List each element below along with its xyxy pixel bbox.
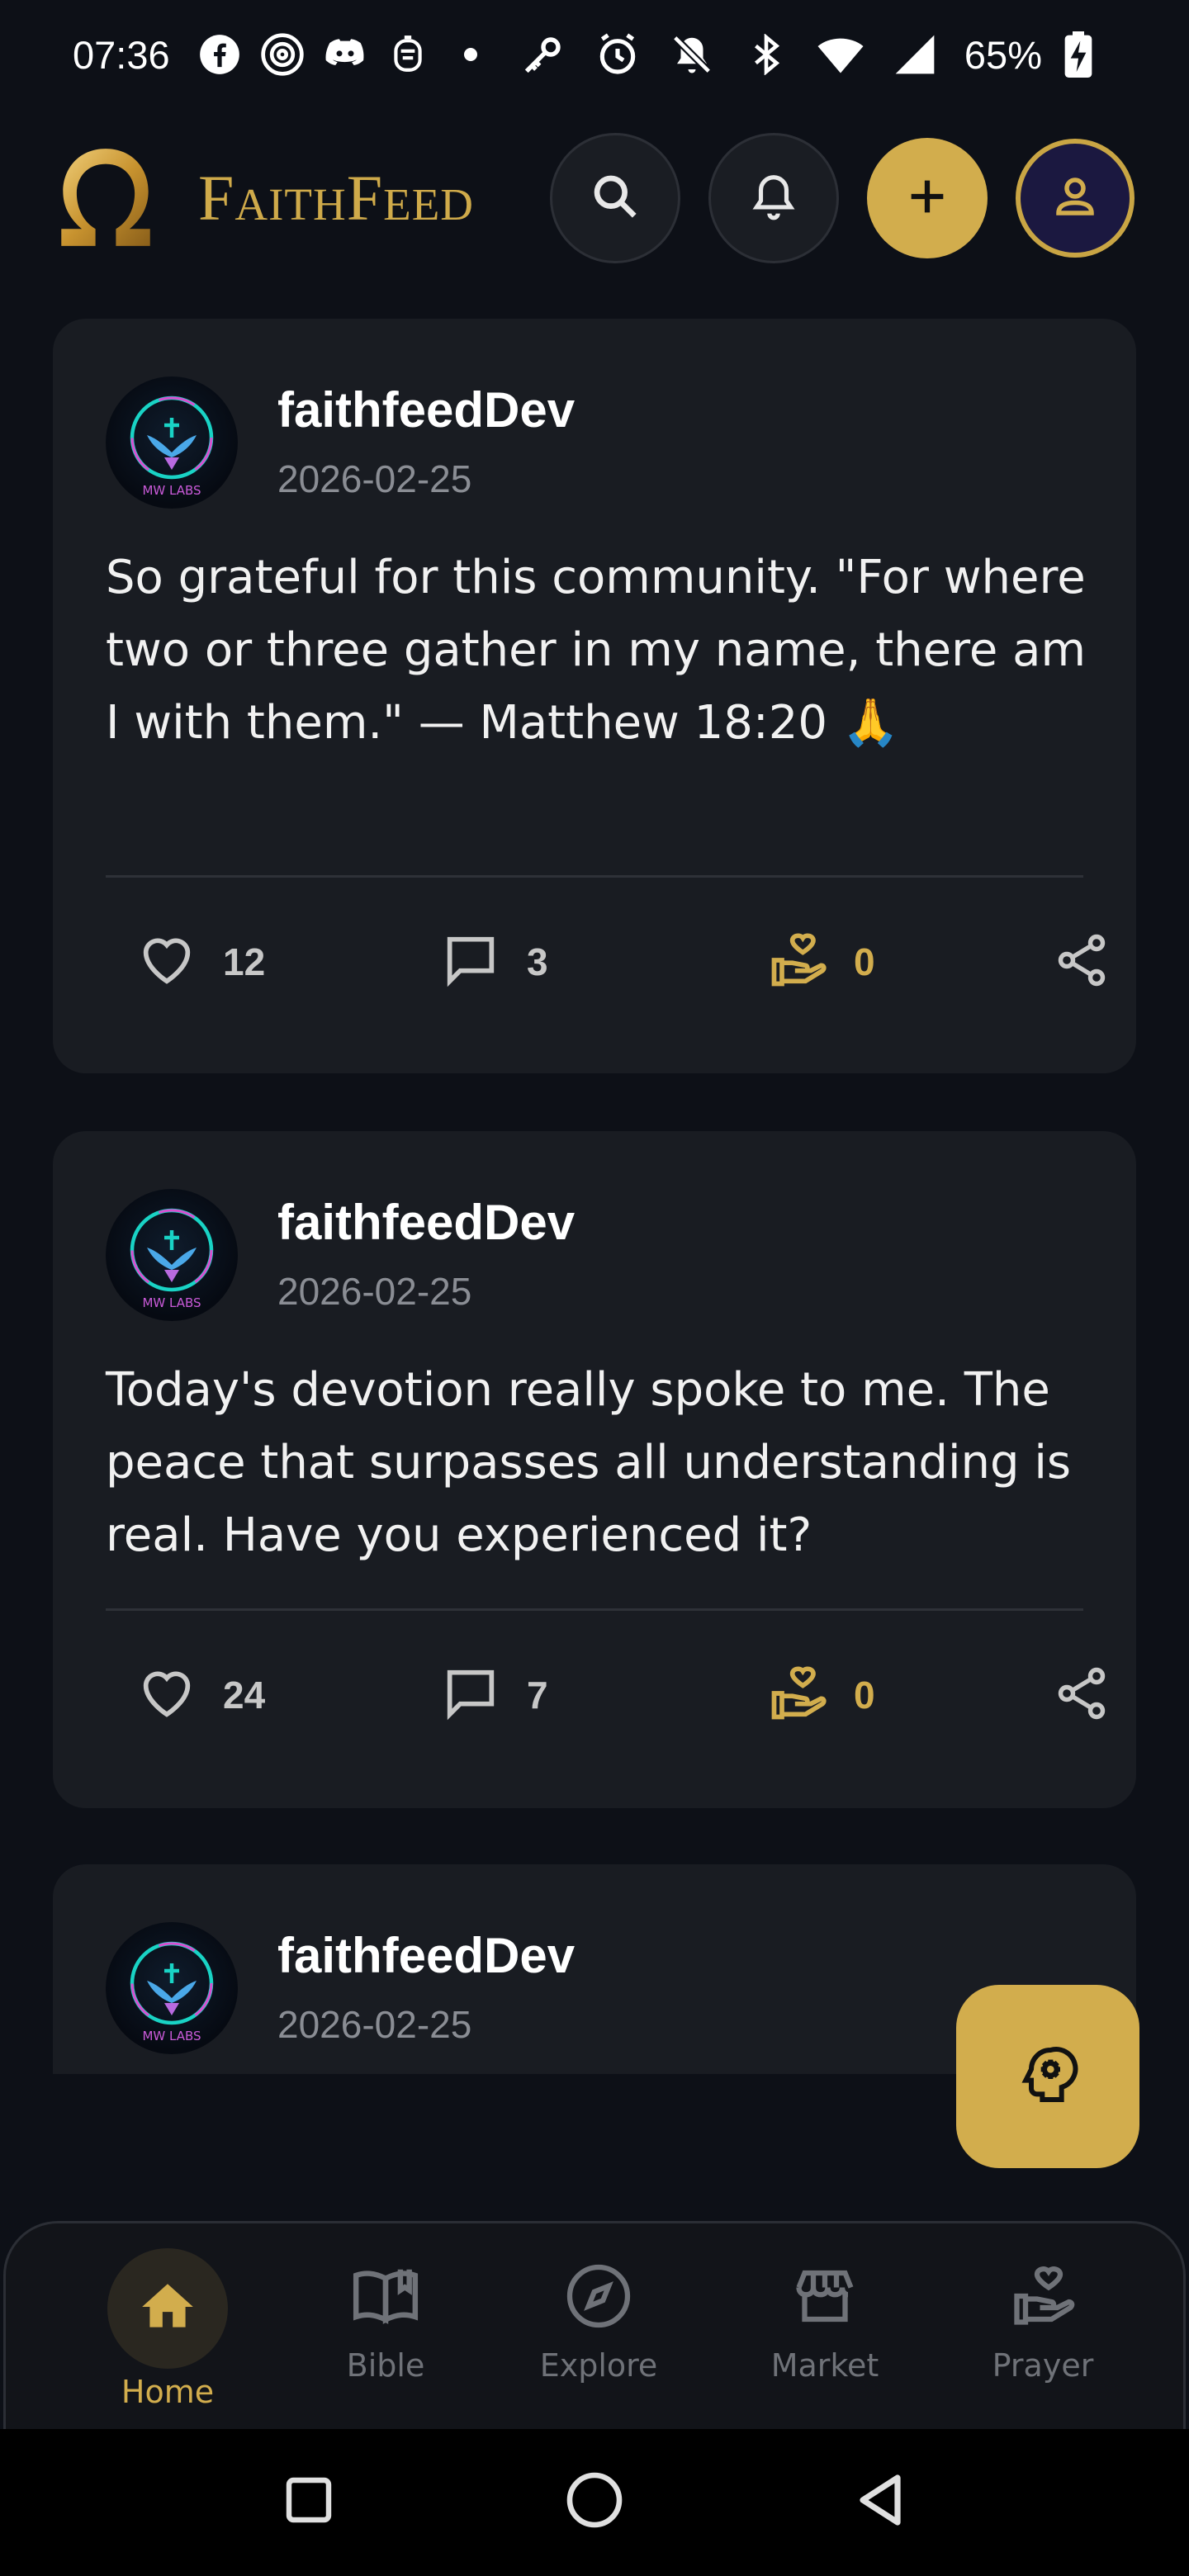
prayer-hands-icon — [766, 1662, 829, 1729]
share-icon — [1052, 1664, 1111, 1727]
prayer-count: 0 — [854, 1674, 875, 1717]
signal-icon — [890, 30, 940, 79]
post-author[interactable]: faithfeedDev — [277, 1927, 575, 1984]
key-icon — [519, 30, 568, 79]
wifi-icon — [816, 30, 865, 79]
search-button[interactable] — [550, 133, 680, 263]
notifications-button[interactable] — [708, 133, 839, 263]
nav-label: Market — [770, 2347, 879, 2384]
like-count: 24 — [223, 1674, 266, 1717]
like-button[interactable]: 12 — [135, 929, 265, 996]
circle-icon — [565, 2470, 624, 2534]
home-system-button[interactable] — [558, 2465, 631, 2538]
comment-button[interactable]: 3 — [439, 929, 548, 996]
avatar[interactable]: MW LABS — [106, 1189, 238, 1321]
square-icon — [282, 2474, 335, 2531]
post-card: MW LABS faithfeedDev 2026-02-25 So grate… — [53, 319, 1136, 1073]
bell-icon — [748, 171, 799, 226]
avatar[interactable]: MW LABS — [106, 376, 238, 509]
dot-icon — [446, 30, 495, 79]
bell-off-icon — [667, 30, 717, 79]
nav-item-bible[interactable]: Bible — [295, 2248, 476, 2384]
post-date: 2026-02-25 — [277, 1270, 472, 1313]
create-post-button[interactable] — [867, 138, 988, 258]
svg-text:MW LABS: MW LABS — [142, 2029, 201, 2043]
plus-icon — [903, 173, 951, 225]
bluetooth-icon — [741, 30, 791, 79]
status-bar: 07:36 65% — [0, 0, 1189, 109]
nav-item-market[interactable]: Market — [734, 2248, 916, 2384]
battery-level: 65% — [964, 32, 1042, 77]
ai-brain-icon — [1015, 2042, 1081, 2112]
heart-icon — [135, 929, 198, 996]
user-icon — [1050, 172, 1100, 225]
nav-label: Bible — [346, 2347, 425, 2384]
nav-item-prayer[interactable]: Prayer — [952, 2248, 1134, 2384]
store-icon — [790, 2261, 860, 2335]
alarm-icon — [593, 30, 642, 79]
book-icon — [350, 2261, 421, 2336]
post-author[interactable]: faithfeedDev — [277, 1194, 575, 1251]
nav-label: Prayer — [992, 2347, 1094, 2384]
shield-app-icon — [383, 30, 433, 79]
triangle-back-icon — [850, 2470, 910, 2534]
svg-text:MW LABS: MW LABS — [142, 483, 201, 498]
app-brand: FaithFeed — [198, 162, 475, 234]
post-date: 2026-02-25 — [277, 457, 472, 500]
nav-label: Explore — [539, 2347, 658, 2384]
prayer-hands-icon — [1008, 2261, 1078, 2335]
compass-icon — [564, 2261, 633, 2335]
system-nav-bar — [0, 2429, 1189, 2576]
app-header: FaithFeed — [0, 124, 1189, 272]
nav-item-explore[interactable]: Explore — [508, 2248, 689, 2384]
post-card: MW LABS faithfeedDev 2026-02-25 Today's … — [53, 1131, 1136, 1808]
like-count: 12 — [223, 940, 266, 983]
post-date: 2026-02-25 — [277, 2003, 472, 2046]
nav-label: Home — [121, 2374, 215, 2410]
comment-count: 7 — [527, 1674, 548, 1717]
divider — [106, 1608, 1083, 1611]
share-icon — [1052, 930, 1111, 994]
prayer-count: 0 — [854, 940, 875, 983]
share-button[interactable] — [1052, 1664, 1111, 1727]
facebook-icon — [195, 30, 244, 79]
post-body: Today's devotion really spoke to me. The… — [106, 1363, 1072, 1562]
svg-text:MW LABS: MW LABS — [142, 1295, 201, 1310]
post-author[interactable]: faithfeedDev — [277, 381, 575, 438]
like-button[interactable]: 24 — [135, 1662, 265, 1729]
omega-logo-icon — [54, 140, 157, 256]
discord-icon — [320, 30, 370, 79]
heart-icon — [135, 1662, 198, 1729]
post-body: So grateful for this community. "For whe… — [106, 551, 1087, 750]
profile-button[interactable] — [1016, 139, 1135, 258]
divider — [106, 875, 1083, 878]
back-button[interactable] — [844, 2465, 917, 2538]
ai-assistant-button[interactable] — [956, 1985, 1139, 2168]
status-time: 07:36 — [73, 32, 170, 77]
avatar[interactable]: MW LABS — [106, 1922, 238, 2054]
pray-button[interactable]: 0 — [766, 1662, 875, 1729]
prayer-hands-icon — [766, 929, 829, 996]
nav-item-home[interactable]: Home — [77, 2248, 258, 2410]
battery-charging-icon — [1054, 30, 1103, 79]
recents-button[interactable] — [276, 2469, 342, 2535]
comment-count: 3 — [527, 940, 548, 983]
share-button[interactable] — [1052, 930, 1111, 994]
search-icon — [590, 171, 641, 226]
threads-icon — [258, 30, 307, 79]
home-icon — [137, 2276, 198, 2342]
comment-button[interactable]: 7 — [439, 1662, 548, 1729]
comment-icon — [439, 929, 502, 996]
comment-icon — [439, 1662, 502, 1729]
pray-button[interactable]: 0 — [766, 929, 875, 996]
